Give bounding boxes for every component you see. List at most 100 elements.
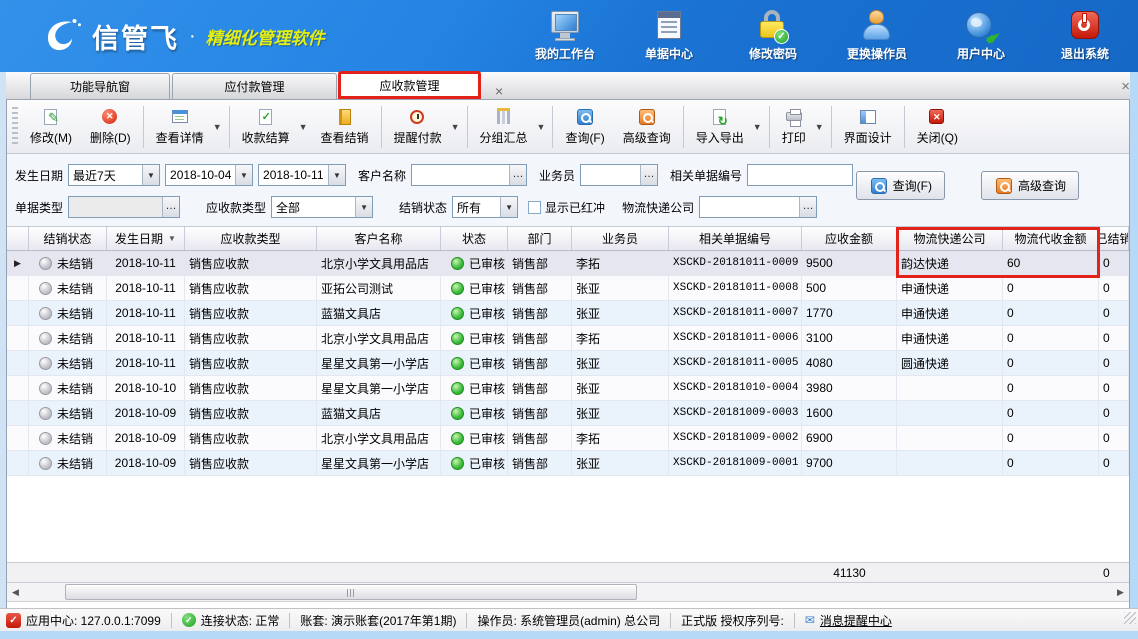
- book-icon: [335, 108, 355, 126]
- table-row[interactable]: 未结销2018-10-09销售应收款星星文具第一小学店已审核销售部张亚XSCKD…: [7, 451, 1129, 476]
- col-logistics[interactable]: 物流快递公司: [897, 227, 1003, 250]
- date-from-select[interactable]: 2018-10-04 ▼: [165, 164, 253, 186]
- panel-close-icon[interactable]: ×: [1121, 78, 1130, 95]
- toolbar-print-button[interactable]: 打印: [773, 105, 815, 149]
- logistics-input[interactable]: …: [699, 196, 817, 218]
- cell-status: 已审核: [469, 405, 505, 422]
- chevron-down-icon[interactable]: ▼: [213, 122, 222, 132]
- table-row[interactable]: 未结销2018-10-09销售应收款北京小学文具用品店已审核销售部李拓XSCKD…: [7, 426, 1129, 451]
- col-salesman[interactable]: 业务员: [572, 227, 669, 250]
- toolbar-advanced-query-button[interactable]: 高级查询: [614, 105, 680, 149]
- horizontal-scrollbar[interactable]: ◀ ▶: [7, 583, 1129, 602]
- toolbar-remind-payment-button[interactable]: 提醒付款: [385, 105, 451, 149]
- alarm-clock-icon: [408, 108, 428, 126]
- unsettled-status-icon: [39, 307, 52, 320]
- ellipsis-icon[interactable]: …: [799, 197, 816, 217]
- nav-item-exit-system[interactable]: 退出系统: [1046, 10, 1124, 62]
- show-red-checkbox[interactable]: [528, 201, 541, 214]
- ellipsis-icon[interactable]: …: [162, 197, 179, 217]
- nav-item-user-center[interactable]: 用户中心: [942, 10, 1020, 62]
- logistics-label: 物流快递公司: [622, 199, 694, 216]
- approved-status-icon: [451, 382, 464, 395]
- chevron-down-icon[interactable]: ▼: [299, 122, 308, 132]
- toolbar-query-button[interactable]: 查询(F): [556, 105, 613, 149]
- settle-status-select[interactable]: 所有 ▼: [452, 196, 518, 218]
- ellipsis-icon[interactable]: …: [509, 165, 526, 185]
- toolbar-ui-design-button[interactable]: 界面设计: [835, 105, 901, 149]
- table-row[interactable]: 未结销2018-10-10销售应收款星星文具第一小学店已审核销售部张亚XSCKD…: [7, 376, 1129, 401]
- ellipsis-icon[interactable]: …: [640, 165, 657, 185]
- artype-select[interactable]: 全部 ▼: [271, 196, 373, 218]
- col-dept[interactable]: 部门: [508, 227, 572, 250]
- toolbar-import-export-button[interactable]: ↻ 导入导出: [687, 105, 753, 149]
- cell-settle_status: 未结销: [57, 280, 93, 297]
- toolbar-group-summary-button[interactable]: 分组汇总: [471, 105, 537, 149]
- col-doc-no[interactable]: 相关单据编号: [669, 227, 802, 250]
- tab-close-icon[interactable]: ×: [491, 83, 507, 99]
- unsettled-status-icon: [39, 432, 52, 445]
- unsettled-status-icon: [39, 282, 52, 295]
- toolbar-view-settled-button[interactable]: 查看结销: [312, 105, 378, 149]
- toolbar-edit-button[interactable]: ✎ 修改(M): [21, 105, 81, 149]
- toolbar-view-detail-button[interactable]: 查看详情: [147, 105, 213, 149]
- col-type[interactable]: 应收款类型: [185, 227, 317, 250]
- doctype-input[interactable]: …: [68, 196, 180, 218]
- resize-grip[interactable]: [1124, 612, 1136, 624]
- message-center-link[interactable]: ✉ 消息提醒中心: [805, 612, 892, 629]
- cell-doc_no: XSCKD-20181010-0004: [673, 382, 798, 394]
- cell-dept: 销售部: [512, 255, 548, 272]
- nav-label: 我的工作台: [535, 45, 595, 62]
- chevron-down-icon[interactable]: ▼: [753, 122, 762, 132]
- toolbar-settle-button[interactable]: ✓ 收款结算: [233, 105, 299, 149]
- chevron-down-icon[interactable]: ▼: [451, 122, 460, 132]
- app-window: 信管飞 · 精细化管理软件 我的工作台 单据中心 ✓ 修改密码 更换操作员: [0, 0, 1138, 639]
- toolbar-close-button[interactable]: ✕ 关闭(Q): [908, 105, 967, 149]
- tab-receivables-active[interactable]: 应收款管理: [338, 71, 481, 99]
- cell-salesman: 李拓: [576, 255, 600, 272]
- col-amount[interactable]: 应收金额: [802, 227, 897, 250]
- cell-settled: 0: [1103, 256, 1110, 270]
- advanced-query-button[interactable]: 高级查询: [981, 171, 1079, 200]
- query-button[interactable]: 查询(F): [856, 171, 945, 200]
- cell-customer: 蓝猫文具店: [321, 305, 381, 322]
- tab-payables[interactable]: 应付款管理: [172, 73, 337, 99]
- col-settle-status[interactable]: 结销状态: [29, 227, 107, 250]
- salesman-input[interactable]: …: [580, 164, 658, 186]
- table-row[interactable]: 未结销2018-10-11销售应收款北京小学文具用品店已审核销售部李拓XSCKD…: [7, 326, 1129, 351]
- show-red-label: 显示已红冲: [545, 199, 605, 216]
- toolbar-delete-button[interactable]: ✕ 删除(D): [81, 105, 140, 149]
- scroll-right-icon[interactable]: ▶: [1112, 583, 1129, 601]
- filter-panel: 发生日期 最近7天 ▼ 2018-10-04 ▼ 2018-10-11 ▼ 客户…: [7, 154, 1129, 227]
- col-date[interactable]: 发生日期▼: [107, 227, 185, 250]
- col-settled[interactable]: 已结销: [1099, 227, 1129, 250]
- date-range-select[interactable]: 最近7天 ▼: [68, 164, 160, 186]
- scroll-left-icon[interactable]: ◀: [7, 583, 24, 601]
- table-row[interactable]: 未结销2018-10-11销售应收款星星文具第一小学店已审核销售部张亚XSCKD…: [7, 351, 1129, 376]
- col-cod-amount[interactable]: 物流代收金额: [1003, 227, 1099, 250]
- scrollbar-thumb[interactable]: [65, 584, 637, 600]
- table-row[interactable]: 未结销2018-10-11销售应收款亚拓公司测试已审核销售部张亚XSCKD-20…: [7, 276, 1129, 301]
- cell-settle_status: 未结销: [57, 430, 93, 447]
- chevron-down-icon[interactable]: ▼: [537, 122, 546, 132]
- refno-input[interactable]: [747, 164, 853, 186]
- col-customer[interactable]: 客户名称: [317, 227, 441, 250]
- cell-settle_status: 未结销: [57, 305, 93, 322]
- cell-date: 2018-10-11: [115, 331, 176, 345]
- tab-function-navigator[interactable]: 功能导航窗: [30, 73, 170, 99]
- nav-item-doc-center[interactable]: 单据中心: [630, 10, 708, 62]
- toolbar-grip[interactable]: [12, 107, 18, 147]
- nav-item-switch-operator[interactable]: 更换操作员: [838, 10, 916, 62]
- chevron-down-icon[interactable]: ▼: [815, 122, 824, 132]
- table-row[interactable]: 未结销2018-10-11销售应收款蓝猫文具店已审核销售部张亚XSCKD-201…: [7, 301, 1129, 326]
- cell-date: 2018-10-09: [115, 406, 176, 420]
- col-status[interactable]: 状态: [441, 227, 508, 250]
- date-to-select[interactable]: 2018-10-11 ▼: [258, 164, 346, 186]
- table-row[interactable]: 未结销2018-10-09销售应收款蓝猫文具店已审核销售部张亚XSCKD-201…: [7, 401, 1129, 426]
- cell-customer: 北京小学文具用品店: [321, 430, 429, 447]
- nav-item-change-password[interactable]: ✓ 修改密码: [734, 10, 812, 62]
- customer-input[interactable]: …: [411, 164, 527, 186]
- nav-item-workbench[interactable]: 我的工作台: [526, 10, 604, 62]
- cell-customer: 星星文具第一小学店: [321, 380, 429, 397]
- cell-amount: 1770: [806, 306, 833, 320]
- table-row[interactable]: ▶未结销2018-10-11销售应收款北京小学文具用品店已审核销售部李拓XSCK…: [7, 251, 1129, 276]
